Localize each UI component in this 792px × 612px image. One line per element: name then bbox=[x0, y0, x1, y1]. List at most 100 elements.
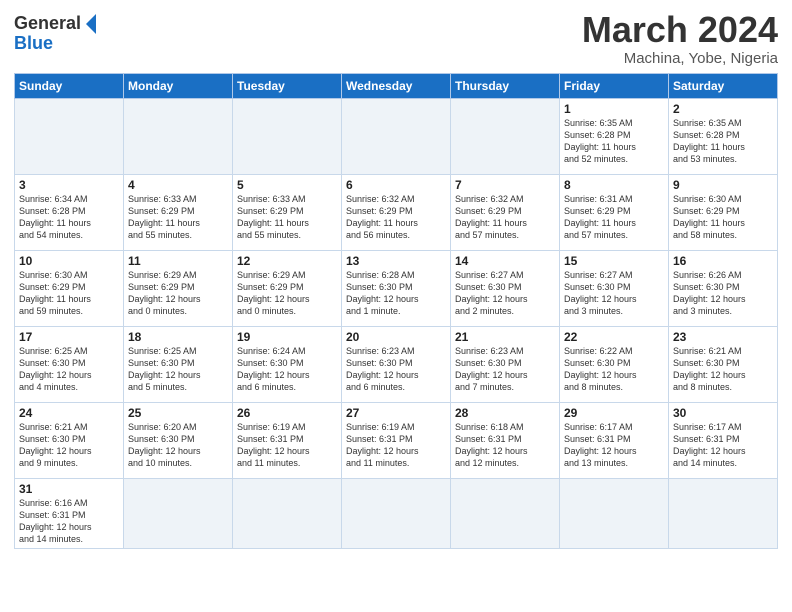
day-cell bbox=[124, 478, 233, 549]
calendar-page: General Blue March 2024 Machina, Yobe, N… bbox=[0, 0, 792, 612]
logo-blue: Blue bbox=[14, 34, 53, 54]
day-number: 20 bbox=[346, 330, 446, 344]
day-number: 1 bbox=[564, 102, 664, 116]
day-cell: 5Sunrise: 6:33 AM Sunset: 6:29 PM Daylig… bbox=[233, 174, 342, 250]
day-cell bbox=[342, 478, 451, 549]
day-cell bbox=[669, 478, 778, 549]
day-number: 26 bbox=[237, 406, 337, 420]
day-number: 6 bbox=[346, 178, 446, 192]
day-number: 18 bbox=[128, 330, 228, 344]
day-number: 12 bbox=[237, 254, 337, 268]
day-cell: 13Sunrise: 6:28 AM Sunset: 6:30 PM Dayli… bbox=[342, 250, 451, 326]
day-cell: 24Sunrise: 6:21 AM Sunset: 6:30 PM Dayli… bbox=[15, 402, 124, 478]
day-cell: 19Sunrise: 6:24 AM Sunset: 6:30 PM Dayli… bbox=[233, 326, 342, 402]
title-section: March 2024 Machina, Yobe, Nigeria bbox=[582, 10, 778, 67]
day-info: Sunrise: 6:19 AM Sunset: 6:31 PM Dayligh… bbox=[346, 421, 446, 470]
day-info: Sunrise: 6:33 AM Sunset: 6:29 PM Dayligh… bbox=[237, 193, 337, 242]
day-cell: 17Sunrise: 6:25 AM Sunset: 6:30 PM Dayli… bbox=[15, 326, 124, 402]
day-cell: 12Sunrise: 6:29 AM Sunset: 6:29 PM Dayli… bbox=[233, 250, 342, 326]
day-cell: 3Sunrise: 6:34 AM Sunset: 6:28 PM Daylig… bbox=[15, 174, 124, 250]
day-info: Sunrise: 6:23 AM Sunset: 6:30 PM Dayligh… bbox=[346, 345, 446, 394]
day-info: Sunrise: 6:22 AM Sunset: 6:30 PM Dayligh… bbox=[564, 345, 664, 394]
day-info: Sunrise: 6:21 AM Sunset: 6:30 PM Dayligh… bbox=[19, 421, 119, 470]
day-cell: 11Sunrise: 6:29 AM Sunset: 6:29 PM Dayli… bbox=[124, 250, 233, 326]
calendar-table: Sunday Monday Tuesday Wednesday Thursday… bbox=[14, 73, 778, 550]
day-info: Sunrise: 6:17 AM Sunset: 6:31 PM Dayligh… bbox=[673, 421, 773, 470]
day-number: 9 bbox=[673, 178, 773, 192]
day-cell bbox=[451, 478, 560, 549]
day-cell: 9Sunrise: 6:30 AM Sunset: 6:29 PM Daylig… bbox=[669, 174, 778, 250]
logo-general: General bbox=[14, 14, 81, 34]
day-number: 16 bbox=[673, 254, 773, 268]
col-wednesday: Wednesday bbox=[342, 73, 451, 98]
day-number: 23 bbox=[673, 330, 773, 344]
week-row-6: 31Sunrise: 6:16 AM Sunset: 6:31 PM Dayli… bbox=[15, 478, 778, 549]
day-info: Sunrise: 6:34 AM Sunset: 6:28 PM Dayligh… bbox=[19, 193, 119, 242]
day-cell: 29Sunrise: 6:17 AM Sunset: 6:31 PM Dayli… bbox=[560, 402, 669, 478]
day-number: 25 bbox=[128, 406, 228, 420]
day-cell: 6Sunrise: 6:32 AM Sunset: 6:29 PM Daylig… bbox=[342, 174, 451, 250]
day-cell: 21Sunrise: 6:23 AM Sunset: 6:30 PM Dayli… bbox=[451, 326, 560, 402]
day-info: Sunrise: 6:21 AM Sunset: 6:30 PM Dayligh… bbox=[673, 345, 773, 394]
day-cell bbox=[342, 98, 451, 174]
day-number: 28 bbox=[455, 406, 555, 420]
day-number: 8 bbox=[564, 178, 664, 192]
day-cell bbox=[560, 478, 669, 549]
day-info: Sunrise: 6:23 AM Sunset: 6:30 PM Dayligh… bbox=[455, 345, 555, 394]
day-cell: 26Sunrise: 6:19 AM Sunset: 6:31 PM Dayli… bbox=[233, 402, 342, 478]
day-number: 15 bbox=[564, 254, 664, 268]
day-number: 31 bbox=[19, 482, 119, 496]
day-info: Sunrise: 6:24 AM Sunset: 6:30 PM Dayligh… bbox=[237, 345, 337, 394]
day-number: 13 bbox=[346, 254, 446, 268]
day-cell: 1Sunrise: 6:35 AM Sunset: 6:28 PM Daylig… bbox=[560, 98, 669, 174]
day-cell bbox=[233, 98, 342, 174]
day-info: Sunrise: 6:20 AM Sunset: 6:30 PM Dayligh… bbox=[128, 421, 228, 470]
day-info: Sunrise: 6:29 AM Sunset: 6:29 PM Dayligh… bbox=[128, 269, 228, 318]
day-number: 14 bbox=[455, 254, 555, 268]
day-number: 24 bbox=[19, 406, 119, 420]
week-row-3: 10Sunrise: 6:30 AM Sunset: 6:29 PM Dayli… bbox=[15, 250, 778, 326]
day-info: Sunrise: 6:19 AM Sunset: 6:31 PM Dayligh… bbox=[237, 421, 337, 470]
day-cell: 27Sunrise: 6:19 AM Sunset: 6:31 PM Dayli… bbox=[342, 402, 451, 478]
day-info: Sunrise: 6:31 AM Sunset: 6:29 PM Dayligh… bbox=[564, 193, 664, 242]
col-monday: Monday bbox=[124, 73, 233, 98]
logo: General Blue bbox=[14, 14, 96, 54]
day-number: 22 bbox=[564, 330, 664, 344]
day-number: 10 bbox=[19, 254, 119, 268]
day-info: Sunrise: 6:26 AM Sunset: 6:30 PM Dayligh… bbox=[673, 269, 773, 318]
day-number: 29 bbox=[564, 406, 664, 420]
day-cell: 15Sunrise: 6:27 AM Sunset: 6:30 PM Dayli… bbox=[560, 250, 669, 326]
header: General Blue March 2024 Machina, Yobe, N… bbox=[14, 10, 778, 67]
day-cell bbox=[124, 98, 233, 174]
day-info: Sunrise: 6:29 AM Sunset: 6:29 PM Dayligh… bbox=[237, 269, 337, 318]
day-number: 30 bbox=[673, 406, 773, 420]
day-info: Sunrise: 6:18 AM Sunset: 6:31 PM Dayligh… bbox=[455, 421, 555, 470]
day-cell: 20Sunrise: 6:23 AM Sunset: 6:30 PM Dayli… bbox=[342, 326, 451, 402]
day-info: Sunrise: 6:30 AM Sunset: 6:29 PM Dayligh… bbox=[19, 269, 119, 318]
week-row-1: 1Sunrise: 6:35 AM Sunset: 6:28 PM Daylig… bbox=[15, 98, 778, 174]
day-number: 7 bbox=[455, 178, 555, 192]
day-number: 4 bbox=[128, 178, 228, 192]
col-sunday: Sunday bbox=[15, 73, 124, 98]
day-info: Sunrise: 6:35 AM Sunset: 6:28 PM Dayligh… bbox=[564, 117, 664, 166]
day-info: Sunrise: 6:35 AM Sunset: 6:28 PM Dayligh… bbox=[673, 117, 773, 166]
day-cell: 4Sunrise: 6:33 AM Sunset: 6:29 PM Daylig… bbox=[124, 174, 233, 250]
day-number: 11 bbox=[128, 254, 228, 268]
day-number: 19 bbox=[237, 330, 337, 344]
day-number: 17 bbox=[19, 330, 119, 344]
day-number: 21 bbox=[455, 330, 555, 344]
day-cell: 10Sunrise: 6:30 AM Sunset: 6:29 PM Dayli… bbox=[15, 250, 124, 326]
day-info: Sunrise: 6:25 AM Sunset: 6:30 PM Dayligh… bbox=[128, 345, 228, 394]
day-cell: 18Sunrise: 6:25 AM Sunset: 6:30 PM Dayli… bbox=[124, 326, 233, 402]
day-info: Sunrise: 6:28 AM Sunset: 6:30 PM Dayligh… bbox=[346, 269, 446, 318]
day-info: Sunrise: 6:32 AM Sunset: 6:29 PM Dayligh… bbox=[455, 193, 555, 242]
day-cell: 28Sunrise: 6:18 AM Sunset: 6:31 PM Dayli… bbox=[451, 402, 560, 478]
day-info: Sunrise: 6:32 AM Sunset: 6:29 PM Dayligh… bbox=[346, 193, 446, 242]
day-cell bbox=[233, 478, 342, 549]
col-tuesday: Tuesday bbox=[233, 73, 342, 98]
day-cell: 23Sunrise: 6:21 AM Sunset: 6:30 PM Dayli… bbox=[669, 326, 778, 402]
day-cell: 16Sunrise: 6:26 AM Sunset: 6:30 PM Dayli… bbox=[669, 250, 778, 326]
location: Machina, Yobe, Nigeria bbox=[582, 50, 778, 67]
day-info: Sunrise: 6:16 AM Sunset: 6:31 PM Dayligh… bbox=[19, 497, 119, 546]
day-cell: 22Sunrise: 6:22 AM Sunset: 6:30 PM Dayli… bbox=[560, 326, 669, 402]
